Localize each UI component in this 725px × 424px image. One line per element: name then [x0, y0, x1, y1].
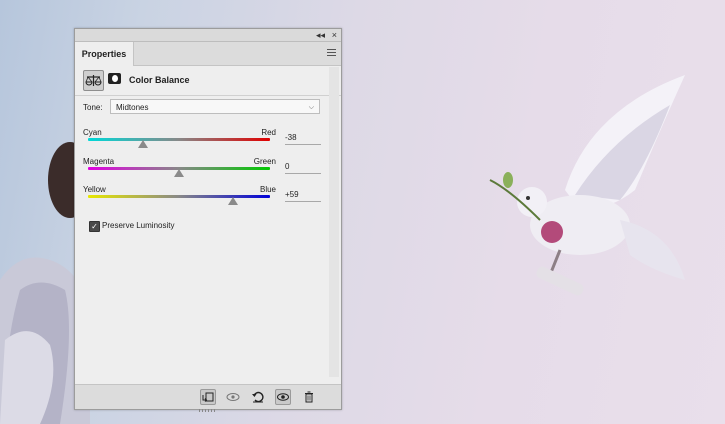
clip-to-layer-icon[interactable] [200, 389, 216, 405]
slider-value-input[interactable]: +59 [285, 188, 321, 202]
tone-selected-value: Midtones [116, 103, 149, 112]
slider-right-label: Red [261, 128, 276, 137]
visibility-eye-icon[interactable] [275, 389, 291, 405]
slider-thumb[interactable] [174, 169, 184, 177]
divider [75, 95, 341, 96]
slider-left-label: Magenta [83, 157, 115, 166]
background-dove-image [489, 75, 685, 296]
close-icon[interactable]: × [332, 30, 337, 40]
slider-track[interactable] [88, 138, 270, 141]
resize-grip[interactable] [199, 409, 217, 412]
tone-label: Tone: [83, 103, 103, 112]
yellow-blue-slider: Yellow Blue +59 [83, 185, 333, 213]
magenta-green-slider: Magenta Green 0 [83, 157, 333, 185]
preserve-luminosity-checkbox[interactable]: ✓ [89, 221, 100, 232]
properties-panel: ◂◂ × Properties Color Balance Tone: Midt… [74, 28, 342, 412]
layer-mask-icon[interactable] [108, 73, 121, 84]
slider-thumb[interactable] [227, 197, 238, 205]
slider-value-input[interactable]: -38 [285, 131, 321, 145]
panel-titlebar[interactable]: ◂◂ × [75, 29, 341, 42]
adjustment-title: Color Balance [129, 75, 190, 85]
slider-left-label: Yellow [83, 185, 106, 194]
reset-icon[interactable] [250, 389, 266, 405]
double-chevron-left-icon[interactable]: ◂◂ [316, 30, 325, 40]
slider-left-label: Cyan [83, 128, 102, 137]
preserve-luminosity-label: Preserve Luminosity [102, 221, 175, 230]
panel-tab-row: Properties [75, 42, 341, 66]
color-balance-scale-icon[interactable] [83, 70, 104, 91]
slider-track[interactable] [88, 195, 270, 198]
tab-properties[interactable]: Properties [75, 42, 134, 66]
slider-value-input[interactable]: 0 [285, 160, 321, 174]
cyan-red-slider: Cyan Red -38 [83, 128, 333, 156]
slider-right-label: Green [253, 157, 276, 166]
panel-menu-icon[interactable] [327, 49, 336, 58]
panel-scrollbar[interactable] [329, 67, 339, 377]
trash-icon[interactable] [301, 389, 317, 405]
slider-right-label: Blue [259, 185, 276, 194]
view-previous-state-icon[interactable] [225, 389, 241, 405]
slider-thumb[interactable] [137, 140, 148, 148]
tone-dropdown[interactable]: Midtones ⌵ [110, 99, 320, 114]
chevron-down-icon: ⌵ [308, 104, 314, 111]
panel-bottom-toolbar [75, 384, 341, 412]
